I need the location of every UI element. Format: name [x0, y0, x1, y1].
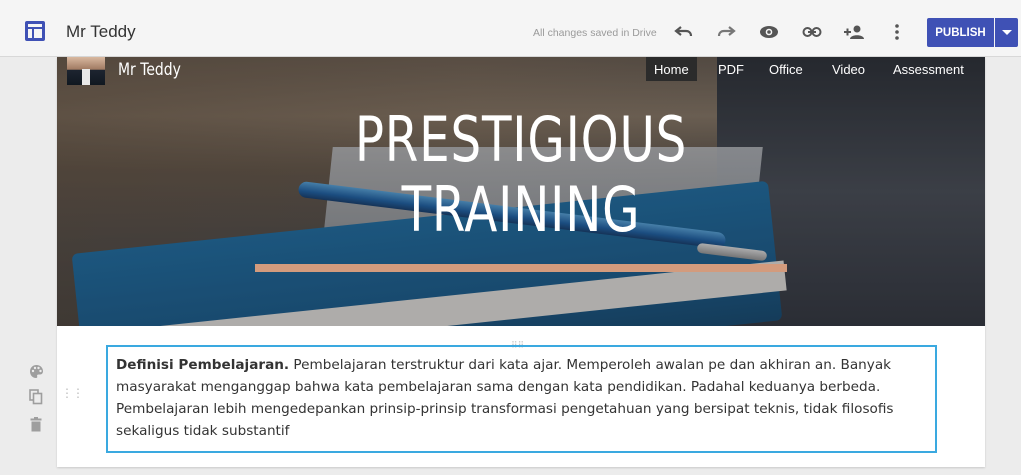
more-icon[interactable] [885, 20, 909, 44]
nav-item-assessment[interactable]: Assessment [885, 57, 972, 81]
title-divider-bar [255, 264, 787, 272]
save-status: All changes saved in Drive [533, 27, 657, 39]
hero-title[interactable]: PRESTIGIOUS TRAINING [159, 105, 883, 245]
nav-item-video[interactable]: Video [824, 57, 873, 81]
nav-item-pdf[interactable]: PDF [710, 57, 752, 81]
text-box[interactable]: Definisi Pembelajaran. Pembelajaran ters… [106, 345, 937, 453]
publish-button[interactable]: PUBLISH [927, 18, 994, 47]
preview-icon[interactable] [757, 20, 781, 44]
share-icon[interactable] [842, 20, 866, 44]
undo-icon[interactable] [672, 20, 696, 44]
site-page: Mr Teddy Home PDF Office Video Assessmen… [57, 57, 985, 467]
drag-handle-icon[interactable]: ⋮⋮ [61, 386, 84, 400]
duplicate-icon[interactable] [28, 388, 44, 406]
redo-icon[interactable] [714, 20, 738, 44]
nav-item-home[interactable]: Home [646, 57, 697, 81]
hero-banner[interactable]: Mr Teddy Home PDF Office Video Assessmen… [57, 57, 985, 326]
paragraph-lead: Definisi Pembelajaran. [116, 357, 290, 373]
link-icon[interactable] [800, 20, 824, 44]
nav-item-office[interactable]: Office [761, 57, 811, 81]
hero-title-line1: PRESTIGIOUS [354, 103, 688, 176]
delete-icon[interactable] [28, 415, 44, 433]
palette-icon[interactable] [28, 362, 44, 380]
editor-toolbar: Mr Teddy All changes saved in Drive PUBL… [0, 0, 1021, 57]
site-title[interactable]: Mr Teddy [66, 22, 136, 42]
sites-logo-icon[interactable] [25, 21, 45, 41]
publish-dropdown-icon[interactable] [995, 18, 1018, 47]
avatar[interactable] [67, 57, 105, 85]
hero-title-line2: TRAINING [401, 173, 641, 246]
content-section: ⠿⠿ ⋮⋮ Definisi Pembelajaran. Pembelajara… [57, 326, 985, 467]
header-site-name[interactable]: Mr Teddy [118, 60, 181, 80]
